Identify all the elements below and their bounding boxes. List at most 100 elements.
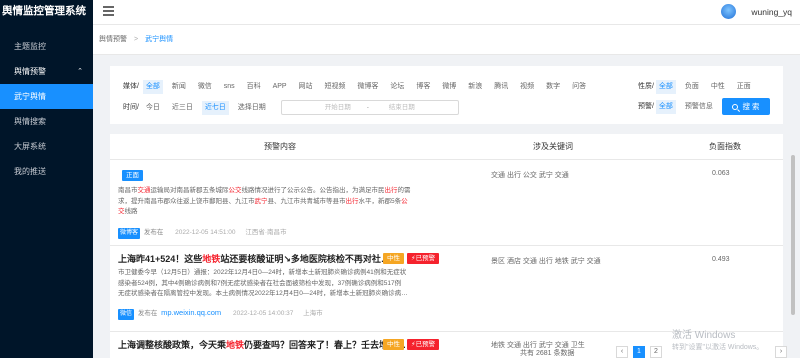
publish-location: 江西省·南昌市	[245, 229, 287, 236]
source-badge: 微信	[118, 309, 135, 320]
publish-time: 2022-12-05 14:51:00	[175, 229, 236, 236]
source-badge: 微博客	[118, 228, 141, 239]
media-option-website[interactable]: 网站	[296, 80, 316, 94]
publish-time: 2022-12-05 14:00:37	[232, 310, 294, 317]
media-option-digital[interactable]: 数字	[543, 80, 563, 94]
alerted-tag: ⚡已预警	[407, 339, 440, 350]
time-filter: 时间/ 今日 近三日 近七日 选择日期 开始日期 - 结束日期	[123, 100, 459, 116]
media-option-wechat[interactable]: 微信	[195, 80, 215, 94]
row-summary[interactable]: 南昌市交通运输局对南昌新郡五条城际公交线路情况进行了公示公告。公告指出，为满足市…	[118, 186, 480, 218]
column-header-keywords: 涉及关键词	[533, 142, 573, 151]
table-row[interactable]: 上海昨41+524！这些地铁站还要核酸证明↘多地医院核检不再对社… 中性 ⚡已预…	[110, 246, 783, 332]
windows-activation-watermark: 激活 Windows 转到"设置"以激活 Windows。	[672, 330, 763, 354]
sidebar-item-my-push[interactable]: 我的推送	[0, 159, 93, 184]
media-option-tencent[interactable]: 腾讯	[491, 80, 511, 94]
media-option-forum[interactable]: 论坛	[387, 80, 407, 94]
media-option-news[interactable]: 新闻	[169, 80, 189, 94]
avatar[interactable]	[721, 4, 736, 19]
sidebar-item-topic-monitor[interactable]: 主题监控	[0, 34, 93, 59]
search-icon	[732, 104, 739, 110]
time-option-3days[interactable]: 近三日	[169, 101, 196, 115]
filter-panel: 媒体/ 全部 新闻 微信 sns 百科 APP 网站 短视频 微博客 论坛 博客…	[110, 66, 783, 124]
alert-option-all[interactable]: 全部	[655, 100, 676, 114]
media-option-qa[interactable]: 问答	[569, 80, 589, 94]
time-option-today[interactable]: 今日	[143, 101, 163, 115]
chevron-up-icon: ⌃	[77, 68, 83, 75]
media-option-sns[interactable]: sns	[221, 80, 238, 94]
sentiment-tag: 中性	[383, 253, 404, 264]
sentiment-filter: 性质/ 全部 负面 中性 正面	[638, 80, 758, 94]
breadcrumb: 舆情预警 > 武宁舆情	[93, 25, 800, 55]
breadcrumb-item-alert[interactable]: 舆情预警	[99, 36, 127, 43]
sidebar-item-bigscreen[interactable]: 大屏系统	[0, 134, 93, 159]
row-score: 0.493	[712, 256, 730, 263]
sentiment-option-all[interactable]: 全部	[655, 80, 676, 94]
alerted-tag: ⚡已预警	[407, 253, 440, 264]
sidebar: 舆情监控管理系统 主题监控 舆情预警 ⌃ 武宁舆情 舆情搜索 大屏系统 我的推送	[0, 0, 93, 358]
row-title[interactable]: 上海调整核酸政策，今天乘地铁仍要查吗？回答来了！春上？壬去增核…	[118, 338, 406, 351]
sentiment-option-neutral[interactable]: 中性	[708, 80, 728, 94]
sidebar-item-label: 我的推送	[14, 167, 46, 176]
source-site-link[interactable]: mp.weixin.qq.com	[161, 308, 221, 317]
date-range-picker[interactable]: 开始日期 - 结束日期	[280, 100, 459, 115]
media-filter-label: 媒体/	[123, 83, 139, 90]
column-header-content: 预警内容	[264, 142, 296, 151]
start-date-input[interactable]: 开始日期	[325, 101, 351, 114]
app-title: 舆情监控管理系统	[2, 5, 86, 17]
table-header: 预警内容 涉及关键词 负面指数	[110, 134, 783, 160]
sidebar-item-search[interactable]: 舆情搜索	[0, 109, 93, 134]
sentiment-option-positive[interactable]: 正面	[734, 80, 754, 94]
time-option-7days[interactable]: 近七日	[201, 101, 229, 116]
total-count: 共有 2681 条数据	[520, 350, 575, 357]
search-button-label: 搜 索	[742, 102, 760, 111]
next-page-icon[interactable]: ›	[775, 346, 787, 358]
media-option-sina[interactable]: 新浪	[465, 80, 485, 94]
sentiment-filter-label: 性质/	[638, 83, 654, 90]
username[interactable]: wuning_yq	[751, 7, 792, 17]
media-option-microblog[interactable]: 微博客	[354, 80, 381, 94]
top-header: wuning_yq	[93, 0, 800, 25]
row-title[interactable]: 上海昨41+524！这些地铁站还要核酸证明↘多地医院核检不再对社…	[118, 252, 390, 265]
prev-page-icon[interactable]: ‹	[616, 346, 628, 358]
sentiment-tag: 正面	[122, 170, 143, 181]
sidebar-item-label: 舆情搜索	[14, 117, 46, 126]
table-scrollbar[interactable]	[791, 155, 795, 315]
alert-filter-label: 预警/	[638, 103, 654, 110]
page-button-next[interactable]: 2	[650, 346, 662, 358]
sidebar-item-label: 主题监控	[14, 42, 46, 51]
column-header-score: 负面指数	[709, 142, 741, 151]
row-keywords: 交通 出行 公交 武宁 交通	[491, 172, 569, 179]
media-option-all[interactable]: 全部	[142, 80, 163, 94]
alert-filter: 预警/ 全部 预警信息	[638, 100, 720, 114]
row-meta: 微信 发布在 mp.weixin.qq.com 2022-12-05 14:00…	[118, 307, 323, 320]
media-option-short-video[interactable]: 短视频	[322, 80, 349, 94]
sidebar-item-label: 舆情预警	[14, 67, 46, 76]
time-option-pick-date[interactable]: 选择日期	[235, 101, 269, 115]
media-option-blog[interactable]: 博客	[413, 80, 433, 94]
sidebar-item-label: 武宁舆情	[14, 92, 46, 101]
published-label: 发布在	[137, 310, 158, 317]
watermark-line-1: 激活 Windows	[672, 330, 736, 341]
table-row[interactable]: 正面 南昌市交通运输局对南昌新郡五条城际公交线路情况进行了公示公告。公告指出，为…	[110, 160, 783, 246]
sentiment-option-negative[interactable]: 负面	[682, 80, 702, 94]
media-filter: 媒体/ 全部 新闻 微信 sns 百科 APP 网站 短视频 微博客 论坛 博客…	[123, 80, 593, 94]
published-label: 发布在	[143, 229, 164, 236]
sentiment-tag: 中性	[383, 339, 404, 350]
row-score: 0.063	[712, 170, 730, 177]
sidebar-item-wuning[interactable]: 武宁舆情	[0, 84, 93, 109]
end-date-input[interactable]: 结束日期	[389, 101, 415, 114]
alert-option-alert-info[interactable]: 预警信息	[682, 100, 716, 114]
menu-toggle-icon[interactable]	[103, 6, 114, 16]
sidebar-item-alert-group[interactable]: 舆情预警 ⌃	[0, 59, 93, 84]
media-option-weibo[interactable]: 微博	[439, 80, 459, 94]
media-option-app[interactable]: APP	[270, 80, 290, 94]
date-range-separator: -	[366, 104, 369, 111]
row-summary[interactable]: 市卫健委今早（12月5日）通报：2022年12月4日0—24时，新增本土新冠肺炎…	[118, 268, 480, 300]
page-button-current[interactable]: 1	[633, 346, 645, 358]
breadcrumb-item-current: 武宁舆情	[145, 36, 174, 43]
media-option-baike[interactable]: 百科	[244, 80, 264, 94]
search-button[interactable]: 搜 索	[722, 98, 770, 115]
publish-location: 上海市	[303, 310, 323, 317]
row-meta: 微博客 发布在 2022-12-05 14:51:00 江西省·南昌市	[118, 226, 286, 239]
media-option-video[interactable]: 视频	[517, 80, 537, 94]
